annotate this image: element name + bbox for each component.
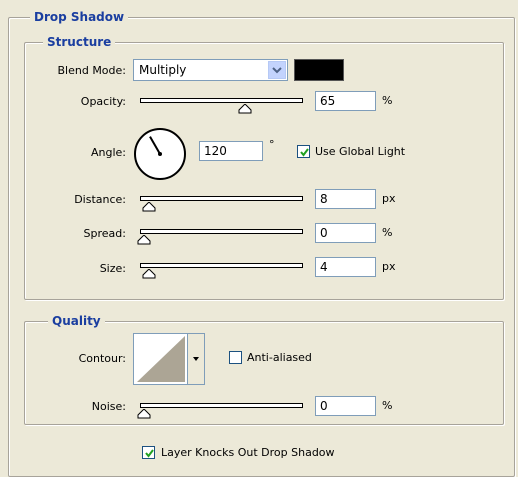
distance-unit: px: [382, 192, 396, 205]
noise-slider-track[interactable]: [140, 403, 303, 408]
linear-contour-icon: [135, 334, 187, 384]
contour-picker[interactable]: [133, 333, 205, 385]
contour-label: Contour:: [78, 352, 126, 365]
angle-dial[interactable]: [132, 126, 188, 182]
drop-shadow-panel: { "drop_shadow": { "title": "Drop Shadow…: [0, 0, 518, 477]
spread-label: Spread:: [83, 227, 126, 240]
noise-label: Noise:: [91, 400, 126, 413]
caret-down-icon: [193, 357, 199, 361]
chevron-down-icon[interactable]: [268, 61, 286, 79]
size-input[interactable]: 4: [315, 257, 376, 277]
quality-title: Quality: [48, 314, 105, 328]
contour-dropdown-button[interactable]: [187, 334, 204, 384]
distance-label: Distance:: [74, 193, 126, 206]
shadow-color-swatch[interactable]: [294, 59, 344, 81]
anti-aliased-checkbox[interactable]: [229, 351, 242, 364]
angle-input[interactable]: 120: [199, 141, 263, 161]
layer-knocks-out-label[interactable]: Layer Knocks Out Drop Shadow: [161, 446, 335, 460]
drop-shadow-title: Drop Shadow: [30, 10, 129, 24]
structure-title: Structure: [43, 35, 116, 49]
noise-unit: %: [382, 399, 393, 412]
size-unit: px: [382, 260, 396, 273]
spread-slider-track[interactable]: [140, 229, 303, 234]
blend-mode-label: Blend Mode:: [57, 64, 127, 77]
opacity-input[interactable]: 65: [315, 91, 376, 111]
angle-label: Angle:: [90, 146, 126, 159]
distance-slider-track[interactable]: [140, 196, 303, 201]
blend-mode-select[interactable]: Multiply: [133, 59, 288, 81]
size-slider-track[interactable]: [140, 263, 303, 268]
noise-input[interactable]: 0: [315, 396, 376, 416]
blend-mode-value: Multiply: [139, 63, 187, 77]
angle-unit: °: [269, 138, 275, 151]
anti-aliased-label[interactable]: Anti-aliased: [247, 351, 312, 365]
layer-knocks-out-checkbox[interactable]: [142, 446, 155, 459]
use-global-light-checkbox[interactable]: [297, 145, 310, 158]
use-global-light-label[interactable]: Use Global Light: [315, 145, 405, 159]
spread-input[interactable]: 0: [315, 223, 376, 243]
opacity-unit: %: [382, 94, 393, 107]
size-label: Size:: [99, 262, 126, 275]
distance-input[interactable]: 8: [315, 189, 376, 209]
opacity-label: Opacity:: [80, 95, 126, 108]
spread-unit: %: [382, 226, 393, 239]
opacity-slider-track[interactable]: [140, 98, 303, 103]
